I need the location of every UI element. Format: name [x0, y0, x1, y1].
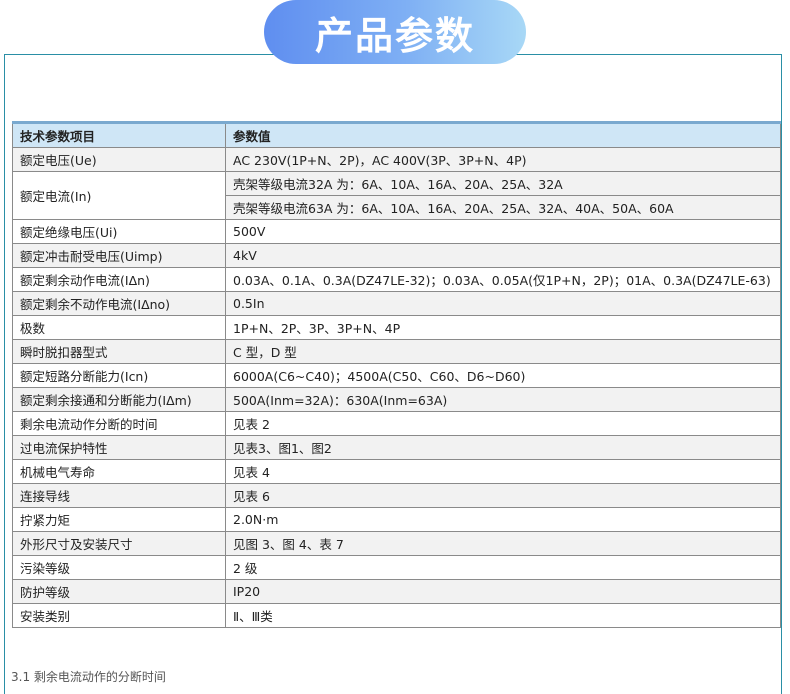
table-row: 额定绝缘电压(Ui) 500V: [12, 219, 781, 244]
table-row: 瞬时脱扣器型式 C 型，D 型: [12, 339, 781, 364]
param-value: 0.03A、0.1A、0.3A(DZ47LE-32)；0.03A、0.05A(仅…: [225, 267, 781, 292]
param-value: 4kV: [225, 243, 781, 268]
param-name: 额定冲击耐受电压(Uimp): [12, 243, 226, 268]
param-value: 见表 4: [225, 459, 781, 484]
table-row: 安装类别 Ⅱ、Ⅲ类: [12, 603, 781, 628]
page-title-text: 产品参数: [314, 13, 475, 58]
param-name: 额定剩余不动作电流(IΔno): [12, 291, 226, 316]
table-row: 防护等级 IP20: [12, 579, 781, 604]
table-row: 污染等级 2 级: [12, 555, 781, 580]
header-item: 技术参数项目: [12, 121, 226, 148]
param-value: Ⅱ、Ⅲ类: [225, 603, 781, 628]
param-value: 500V: [225, 219, 781, 244]
param-name: 外形尺寸及安装尺寸: [12, 531, 226, 556]
param-value: 壳架等级电流32A 为：6A、10A、16A、20A、25A、32A: [225, 171, 781, 196]
param-value: AC 230V(1P+N、2P)，AC 400V(3P、3P+N、4P): [225, 147, 781, 172]
param-value: 500A(Inm=32A)：630A(Inm=63A): [225, 387, 781, 412]
param-name: 过电流保护特性: [12, 435, 226, 460]
param-value: 6000A(C6~C40)；4500A(C50、C60、D6~D60): [225, 363, 781, 388]
param-name: 机械电气寿命: [12, 459, 226, 484]
table-row: 机械电气寿命 见表 4: [12, 459, 781, 484]
param-name: 剩余电流动作分断的时间: [12, 411, 226, 436]
param-value: C 型，D 型: [225, 339, 781, 364]
param-name: 瞬时脱扣器型式: [12, 339, 226, 364]
param-name: 污染等级: [12, 555, 226, 580]
table-row: 拧紧力矩 2.0N·m: [12, 507, 781, 532]
param-value: 1P+N、2P、3P、3P+N、4P: [225, 315, 781, 340]
param-name: 额定电流(In): [12, 171, 226, 220]
section-caption: 3.1 剩余电流动作的分断时间: [11, 670, 166, 684]
table-row: 外形尺寸及安装尺寸 见图 3、图 4、表 7: [12, 531, 781, 556]
param-name: 额定剩余动作电流(IΔn): [12, 267, 226, 292]
table-row: 剩余电流动作分断的时间 见表 2: [12, 411, 781, 436]
param-value: 见图 3、图 4、表 7: [225, 531, 781, 556]
param-value: IP20: [225, 579, 781, 604]
param-name: 额定短路分断能力(Icn): [12, 363, 226, 388]
param-name: 极数: [12, 315, 226, 340]
param-name: 额定剩余接通和分断能力(IΔm): [12, 387, 226, 412]
page-title: 产品参数: [264, 0, 526, 64]
param-value: 2.0N·m: [225, 507, 781, 532]
table-row: 连接导线 见表 6: [12, 483, 781, 508]
param-value: 2 级: [225, 555, 781, 580]
param-value: 见表3、图1、图2: [225, 435, 781, 460]
table-row: 极数 1P+N、2P、3P、3P+N、4P: [12, 315, 781, 340]
param-name: 额定电压(Ue): [12, 147, 226, 172]
param-value: 见表 6: [225, 483, 781, 508]
table-row: 过电流保护特性 见表3、图1、图2: [12, 435, 781, 460]
table-header-row: 技术参数项目 参数值: [12, 121, 781, 148]
table-row: 额定短路分断能力(Icn) 6000A(C6~C40)；4500A(C50、C6…: [12, 363, 781, 388]
param-name: 连接导线: [12, 483, 226, 508]
param-value: 0.5In: [225, 291, 781, 316]
param-name: 防护等级: [12, 579, 226, 604]
param-name: 安装类别: [12, 603, 226, 628]
table-row: 额定电压(Ue) AC 230V(1P+N、2P)，AC 400V(3P、3P+…: [12, 147, 781, 172]
param-value: 壳架等级电流63A 为：6A、10A、16A、20A、25A、32A、40A、5…: [225, 195, 781, 220]
table-row: 额定剩余接通和分断能力(IΔm) 500A(Inm=32A)：630A(Inm=…: [12, 387, 781, 412]
table-row: 额定剩余不动作电流(IΔno) 0.5In: [12, 291, 781, 316]
spec-table: 技术参数项目 参数值 额定电压(Ue) AC 230V(1P+N、2P)，AC …: [12, 121, 781, 628]
param-value: 见表 2: [225, 411, 781, 436]
table-row: 额定剩余动作电流(IΔn) 0.03A、0.1A、0.3A(DZ47LE-32)…: [12, 267, 781, 292]
param-name: 额定绝缘电压(Ui): [12, 219, 226, 244]
table-row: 额定冲击耐受电压(Uimp) 4kV: [12, 243, 781, 268]
header-value: 参数值: [225, 121, 781, 148]
table-row: 额定电流(In) 壳架等级电流32A 为：6A、10A、16A、20A、25A、…: [12, 171, 781, 220]
param-name: 拧紧力矩: [12, 507, 226, 532]
